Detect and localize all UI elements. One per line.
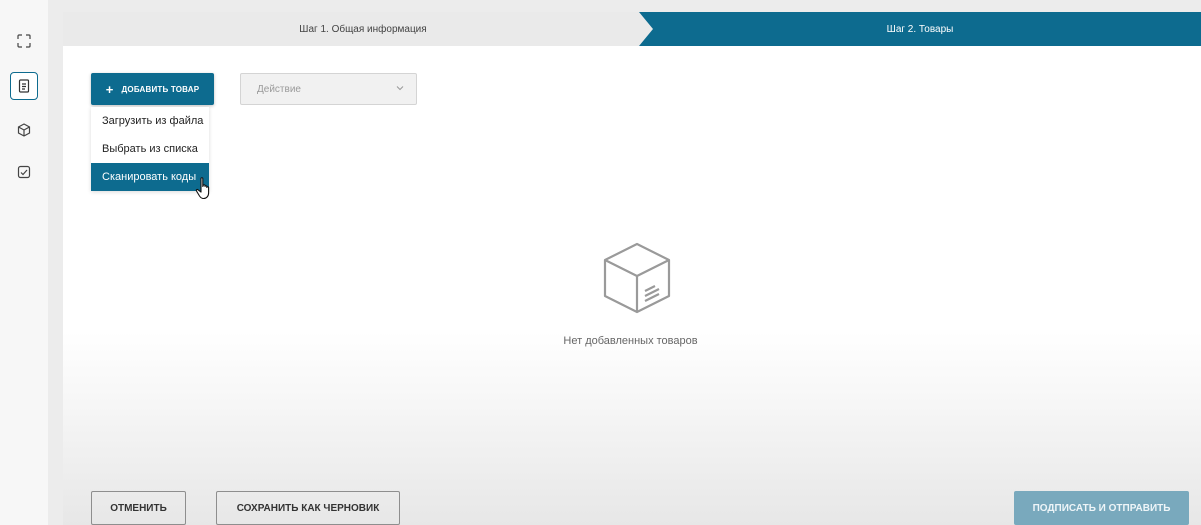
cancel-button[interactable]: ОТМЕНИТЬ [91, 491, 186, 525]
sign-and-send-button[interactable]: ПОДПИСАТЬ И ОТПРАВИТЬ [1014, 491, 1189, 525]
menu-item-scan-codes[interactable]: Сканировать коды [91, 163, 209, 191]
checklist-icon[interactable] [10, 158, 38, 186]
action-select[interactable]: Действие [240, 73, 417, 105]
step-2-tab[interactable]: Шаг 2. Товары [639, 12, 1201, 46]
main-panel: Шаг 1. Общая информация Шаг 2. Товары + … [63, 12, 1201, 525]
empty-state-text: Нет добавленных товаров [563, 335, 698, 347]
box-icon[interactable] [10, 116, 38, 144]
hand-cursor-icon [195, 177, 210, 200]
plus-icon: + [105, 81, 114, 97]
step-1-tab[interactable]: Шаг 1. Общая информация [63, 12, 663, 46]
left-sidebar [0, 0, 48, 525]
save-draft-button[interactable]: СОХРАНИТЬ КАК ЧЕРНОВИК [216, 491, 400, 525]
fullscreen-icon[interactable] [10, 27, 38, 55]
add-product-label: ДОБАВИТЬ ТОВАР [121, 84, 200, 94]
add-product-button[interactable]: + ДОБАВИТЬ ТОВАР [91, 73, 214, 105]
menu-item-select-from-list[interactable]: Выбрать из списка [91, 135, 209, 163]
document-icon[interactable] [10, 72, 38, 100]
add-product-menu: Загрузить из файла Выбрать из списка Ска… [91, 107, 209, 191]
stepper: Шаг 1. Общая информация Шаг 2. Товары [63, 12, 1201, 46]
menu-item-load-from-file[interactable]: Загрузить из файла [91, 107, 209, 135]
action-select-placeholder: Действие [257, 83, 301, 95]
empty-box-icon [603, 242, 671, 314]
chevron-down-icon [396, 86, 404, 91]
